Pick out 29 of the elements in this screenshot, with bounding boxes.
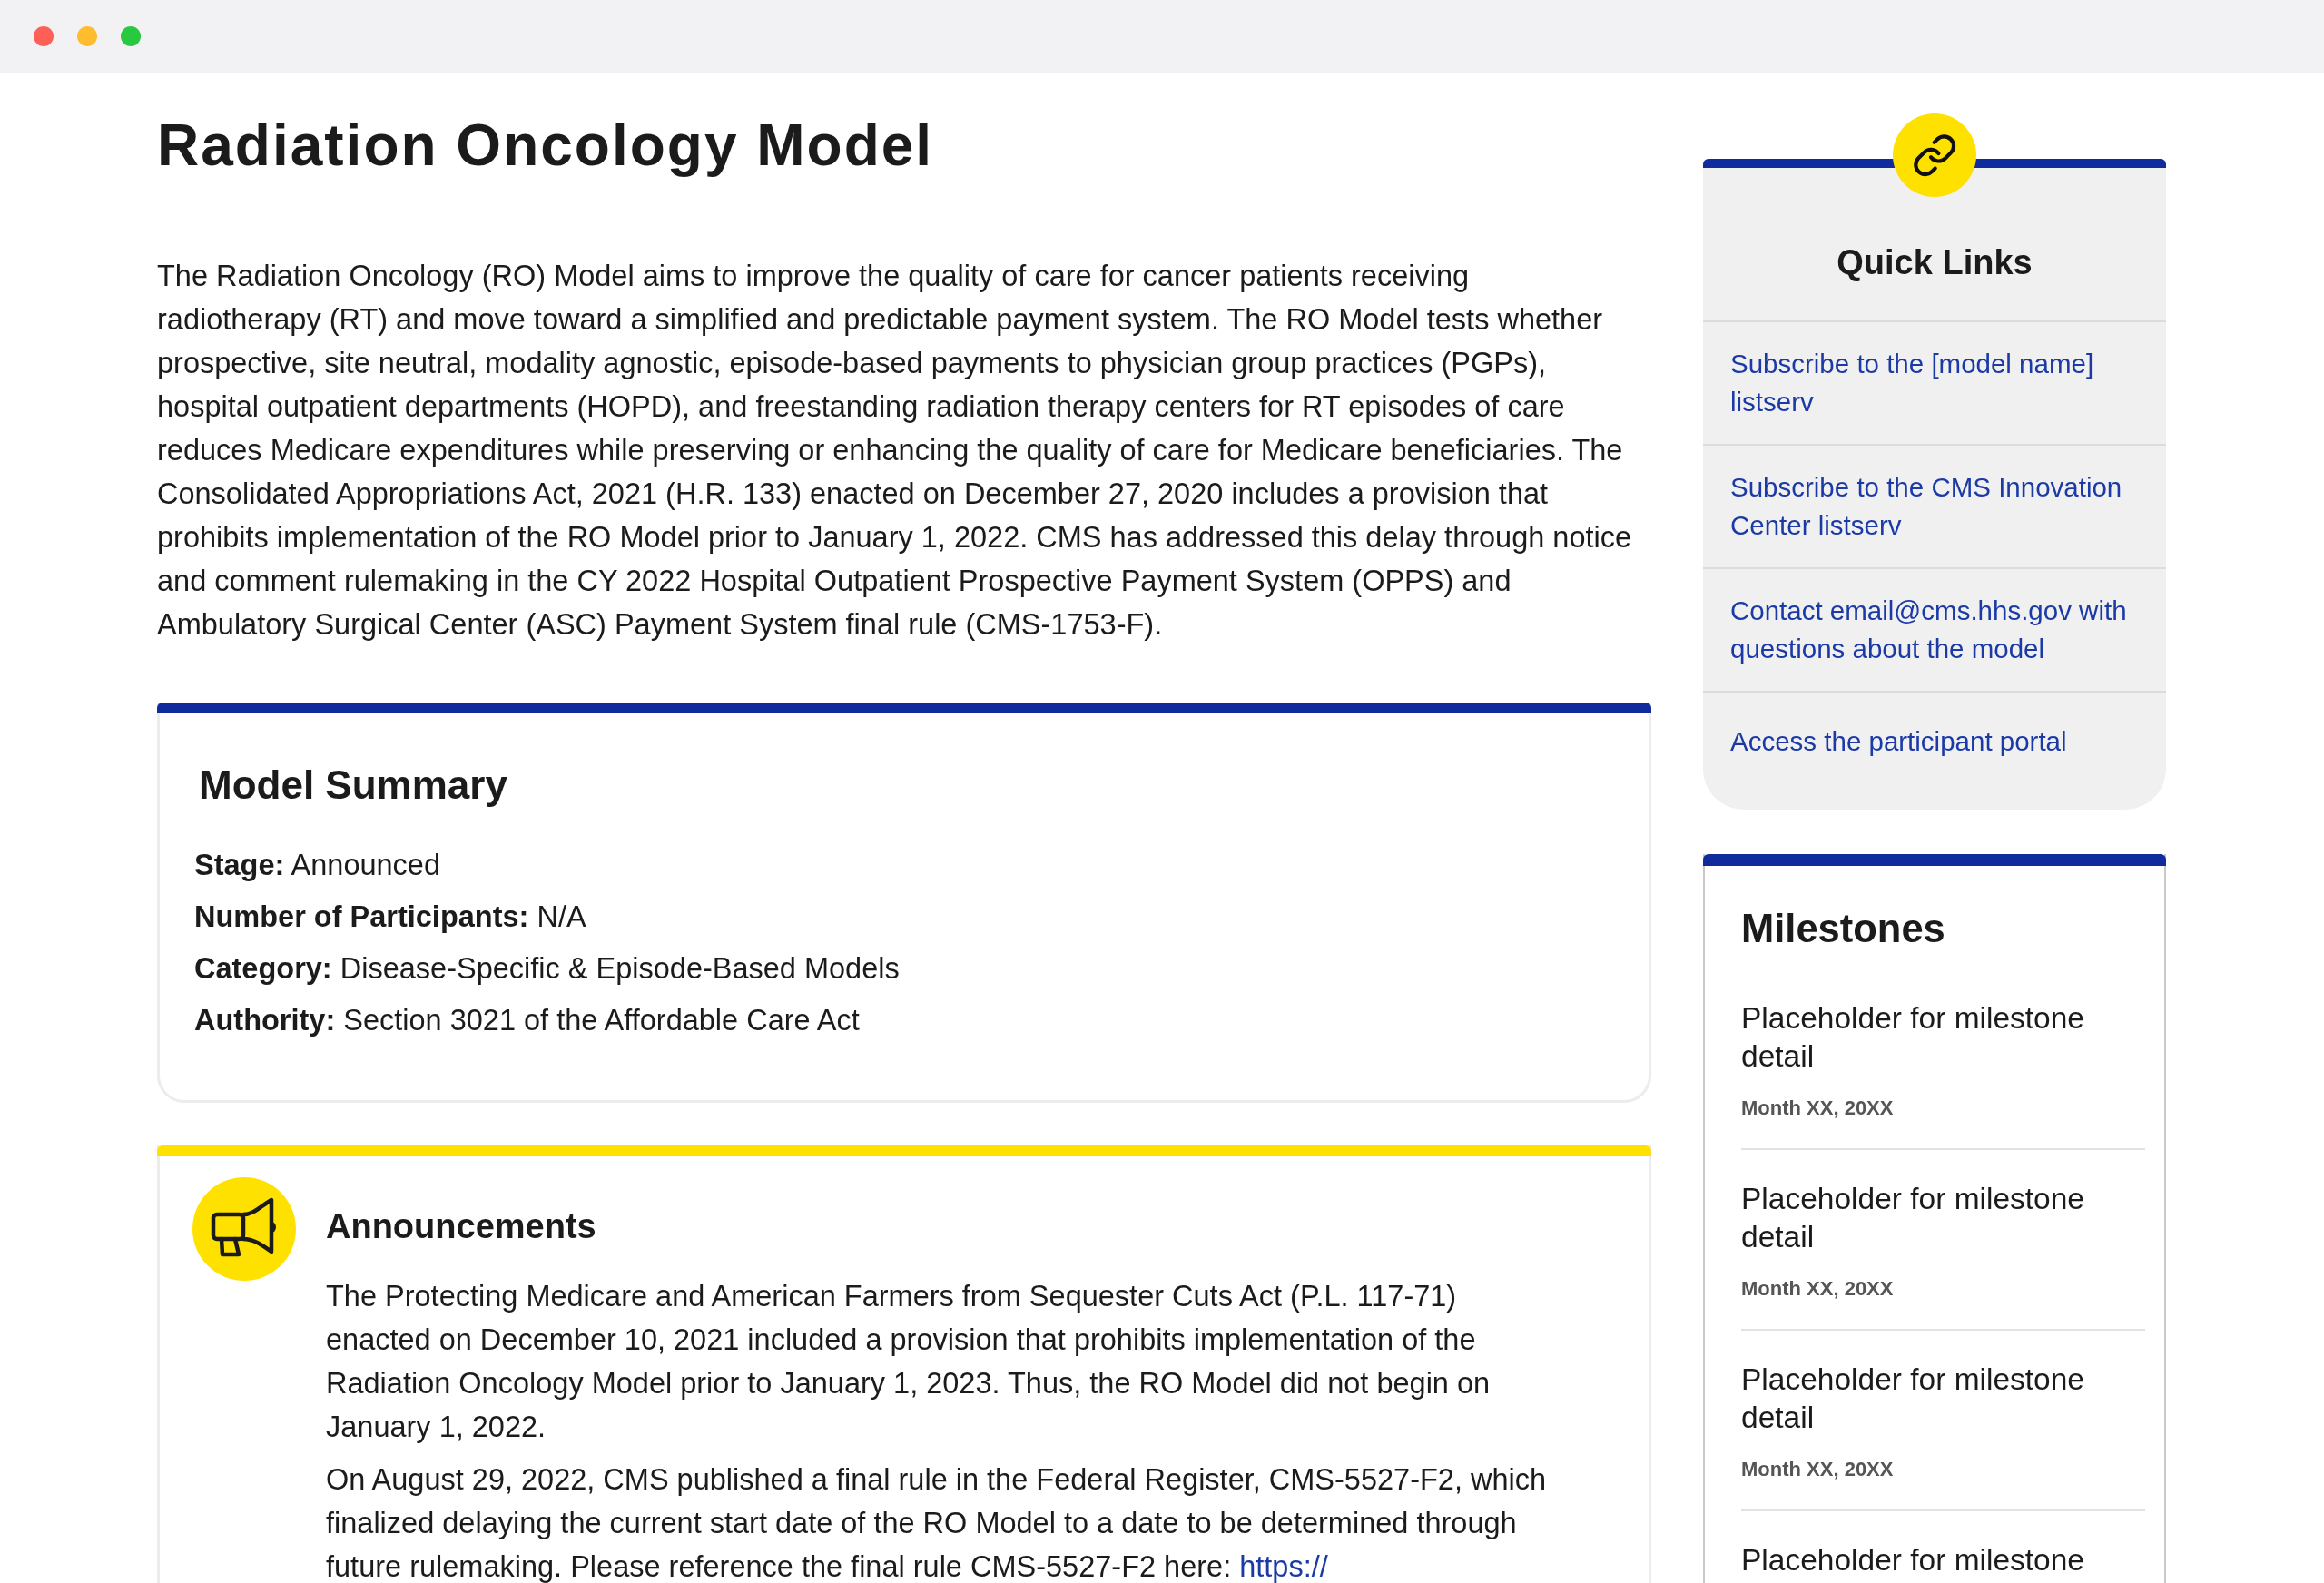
announcement-paragraph: On August 29, 2022, CMS published a final rule in the Federal Register, CMS-5527-F2, which finalized delaying the current start date of the RO Model to a date to be determined through future rulemaking. Please reference the final rule CMS-5527-F2 here: https:// <box>326 1462 1548 1583</box>
milestone-date: Month XX, 20XX <box>1741 1457 1894 1482</box>
window-minimize-icon[interactable] <box>77 26 97 46</box>
summary-fact: Number of Participants: N/A <box>194 900 586 935</box>
milestone-title: Placeholder for milestone detail <box>1741 1181 2085 1255</box>
milestone-title: Placeholder for milestone <box>1741 1542 2085 1578</box>
quick-link[interactable]: Access the participant portal <box>1730 723 2148 761</box>
milestone-title: Placeholder for milestone detail <box>1741 1362 2085 1436</box>
milestone-date: Month XX, 20XX <box>1741 1096 1894 1121</box>
quick-link[interactable]: Contact email@cms.hhs.gov with questions about the model <box>1730 592 2148 668</box>
card-heading: Model Summary <box>199 762 507 809</box>
summary-fact: Authority: Section 3021 of the Affordable Care Act <box>194 1003 860 1038</box>
summary-fact: Category: Disease-Specific & Episode-Based Models <box>194 951 900 987</box>
megaphone-icon <box>192 1177 296 1281</box>
intro-paragraph: The Radiation Oncology (RO) Model aims to improve the quality of care for cancer patients receiving radiotherapy (RT) and move toward a simplified and predictable payment system. The RO Model tests whether prospective, site neutral, modality agnostic, episode-based payments to physician group practices (PGPs), hospital outpatient departments (HOPD), and freestanding radiation therapy centers for RT episodes of care reduces Medicare expenditures while preserving or enhancing the quality of care for Medicare beneficiaries. The Consolidated Appropriations Act, 2021 (H.R. 133) enacted on December 27, 2020 includes a provision that prohibits implementation of the RO Model prior to January 1, 2022. CMS has addressed this delay through notice and comment rulemaking in the CY 2022 Hospital Outpatient Prospective Payment System (OPPS) and Ambulatory Surgical Center (ASC) Payment System final rule (CMS-1753-F). <box>157 259 1633 643</box>
card-heading: Announcements <box>326 1206 596 1247</box>
link[interactable]: https:// <box>1239 1550 1328 1583</box>
card-heading: Quick Links <box>1837 242 2033 283</box>
quick-link[interactable]: Subscribe to the [model name] listserv <box>1730 345 2148 421</box>
page-title: Radiation Oncology Model <box>157 112 934 179</box>
milestone-date: Month XX, 20XX <box>1741 1276 1894 1302</box>
window-zoom-icon[interactable] <box>121 26 141 46</box>
window-close-icon[interactable] <box>34 26 54 46</box>
milestone-title: Placeholder for milestone detail <box>1741 1000 2085 1075</box>
announcement-paragraph: The Protecting Medicare and American Farmers from Sequester Cuts Act (P.L. 117-71) enacted on December 10, 2021 included a provision that prohibits implementation of the Radiation Oncology Model prior to January 1, 2023. Thus, the RO Model did not begin on January 1, 2022. <box>326 1279 1492 1445</box>
summary-fact: Stage: Announced <box>194 848 441 883</box>
card-heading: Milestones <box>1740 906 1945 950</box>
quick-link[interactable]: Subscribe to the CMS Innovation Center listserv <box>1730 468 2148 545</box>
link-icon <box>1893 113 1976 197</box>
